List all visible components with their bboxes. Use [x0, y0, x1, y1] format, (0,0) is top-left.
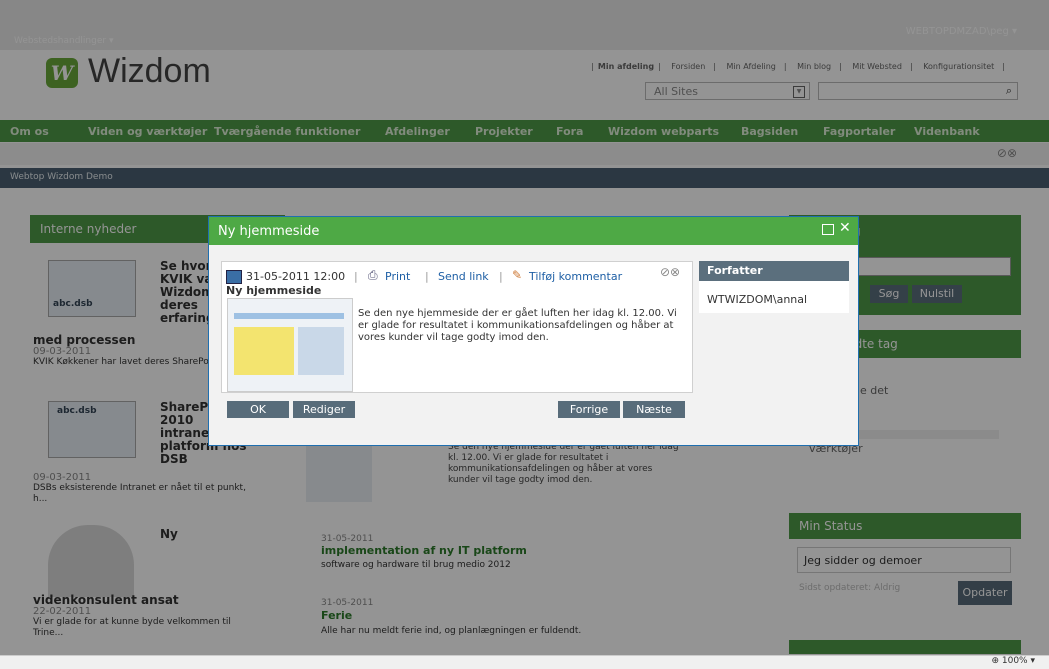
news-body: Se den nye hjemmeside der er gået luften…: [358, 308, 677, 343]
previous-button[interactable]: Forrige: [558, 401, 620, 418]
comment-icon[interactable]: ✎: [512, 268, 522, 282]
news-image[interactable]: [227, 298, 353, 392]
ok-button[interactable]: OK: [227, 401, 289, 418]
maximize-icon[interactable]: [822, 224, 834, 235]
zoom-icon: ⊕: [991, 656, 999, 666]
author-name[interactable]: WTWIZDOM\annal: [707, 293, 807, 306]
news-heading: Ny hjemmeside: [226, 284, 322, 297]
print-link[interactable]: Print: [385, 270, 410, 283]
dialog-title: Ny hjemmeside: [218, 224, 320, 239]
tag-icon[interactable]: ⊘⊗: [660, 265, 680, 279]
news-dialog: Ny hjemmeside ✕ 31-05-2011 12:00 | ⎙ Pri…: [208, 216, 859, 446]
author-box: Forfatter WTWIZDOM\annal: [699, 261, 849, 313]
browser-status-bar: ⊕ 100% ▾: [0, 655, 1049, 669]
author-header: Forfatter: [699, 261, 849, 281]
dialog-header: Ny hjemmeside ✕: [209, 217, 858, 245]
print-icon[interactable]: ⎙: [368, 268, 378, 283]
news-detail: 31-05-2011 12:00 | ⎙ Print | Send link |…: [221, 261, 693, 393]
next-button[interactable]: Næste: [623, 401, 685, 418]
calendar-icon: [226, 270, 242, 284]
news-datetime: 31-05-2011 12:00: [246, 270, 346, 283]
add-comment-link[interactable]: Tilføj kommentar: [529, 270, 622, 283]
send-link[interactable]: Send link: [438, 270, 489, 283]
edit-button[interactable]: Rediger: [293, 401, 355, 418]
close-icon[interactable]: ✕: [839, 220, 851, 236]
zoom-level[interactable]: ⊕ 100% ▾: [991, 656, 1035, 666]
